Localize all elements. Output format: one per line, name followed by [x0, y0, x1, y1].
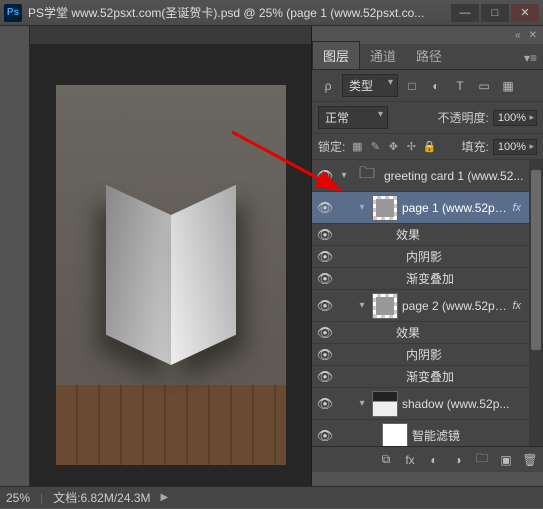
filter-kind-icon[interactable]: ρ — [318, 77, 338, 95]
layer-effect-inner-shadow[interactable]: 👁 内阴影 — [312, 344, 543, 366]
layer-effects-row[interactable]: 👁 效果 — [312, 224, 543, 246]
filter-adjust-icon[interactable]: ◐ — [426, 77, 446, 95]
expand-toggle[interactable]: ▾ — [356, 398, 368, 409]
minimize-button[interactable]: — — [451, 4, 479, 22]
layer-effect-gradient-overlay[interactable]: 👁 渐变叠加 — [312, 366, 543, 388]
visibility-toggle[interactable]: 👁 — [316, 271, 334, 287]
layer-smart-filter-row[interactable]: 👁 智能滤镜 — [312, 420, 543, 446]
fill-label: 填充: — [462, 138, 489, 155]
filter-kind-select[interactable]: 类型 — [342, 74, 398, 97]
link-layers-icon[interactable]: ⧉ — [377, 451, 395, 469]
layers-panel: « ✕ 图层 通道 路径 ▾≡ ρ 类型 □ ◐ T ▭ ▦ 正常 不透明度: … — [311, 26, 543, 486]
effects-label: 效果 — [396, 324, 539, 341]
visibility-toggle[interactable]: 👁 — [316, 227, 334, 243]
panel-close-icon[interactable]: ✕ — [529, 30, 537, 41]
maximize-button[interactable]: □ — [481, 4, 509, 22]
layer-row-page2[interactable]: 👁 ▾ page 2 (www.52ps... fx ▴ — [312, 290, 543, 322]
fx-badge: fx — [512, 300, 521, 312]
smart-filter-label: 智能滤镜 — [412, 427, 539, 444]
visibility-toggle[interactable]: 👁 — [316, 369, 334, 385]
greeting-card-graphic — [106, 215, 236, 365]
filter-smart-icon[interactable]: ▦ — [498, 77, 518, 95]
effect-label: 内阴影 — [406, 346, 539, 363]
opacity-input[interactable]: 100% — [493, 110, 537, 126]
document-tab[interactable] — [30, 26, 311, 44]
lock-all-icon[interactable]: 🔒 — [421, 139, 437, 155]
layer-style-icon[interactable]: fx — [401, 451, 419, 469]
filter-mask-thumbnail[interactable] — [382, 423, 408, 447]
layer-name[interactable]: page 1 (www.52ps... — [402, 201, 508, 215]
fx-badge: fx — [512, 202, 521, 214]
panel-menu-button[interactable]: ▾≡ — [518, 47, 543, 69]
filter-shape-icon[interactable]: ▭ — [474, 77, 494, 95]
layer-effects-row[interactable]: 👁 效果 — [312, 322, 543, 344]
layer-effect-inner-shadow[interactable]: 👁 内阴影 — [312, 246, 543, 268]
layer-thumbnail[interactable] — [372, 391, 398, 417]
layer-row-shadow[interactable]: 👁 ▾ shadow (www.52p... ▴ — [312, 388, 543, 420]
layer-name[interactable]: page 2 (www.52ps... — [402, 299, 508, 313]
layer-thumbnail[interactable] — [372, 293, 398, 319]
new-group-icon[interactable]: 🗀 — [473, 451, 491, 469]
layers-list[interactable]: 👁 ▾ 🗀 greeting card 1 (www.52... 👁 ▾ pag… — [312, 160, 543, 446]
layer-mask-icon[interactable]: ◐ — [425, 451, 443, 469]
layer-group-row[interactable]: 👁 ▾ 🗀 greeting card 1 (www.52... — [312, 160, 543, 192]
opacity-label: 不透明度: — [438, 109, 489, 126]
effects-label: 效果 — [396, 226, 539, 243]
effect-label: 渐变叠加 — [406, 368, 539, 385]
expand-toggle[interactable]: ▾ — [356, 300, 368, 311]
lock-artboard-icon[interactable]: ✢ — [403, 139, 419, 155]
filter-pixel-icon[interactable]: □ — [402, 77, 422, 95]
zoom-level[interactable]: 25% — [6, 491, 30, 505]
lock-label: 锁定: — [318, 138, 345, 155]
new-layer-icon[interactable]: ▣ — [497, 451, 515, 469]
blend-mode-select[interactable]: 正常 — [318, 106, 388, 129]
app-icon: Ps — [4, 4, 22, 22]
visibility-toggle[interactable]: 👁 — [316, 396, 334, 412]
document-size: 文档:6.82M/24.3M — [53, 489, 150, 506]
filter-type-icon[interactable]: T — [450, 77, 470, 95]
folder-icon: 🗀 — [354, 163, 380, 189]
tab-layers[interactable]: 图层 — [312, 41, 360, 69]
visibility-toggle[interactable]: 👁 — [316, 325, 334, 341]
layers-scrollbar[interactable] — [529, 160, 543, 446]
visibility-toggle[interactable]: 👁 — [316, 200, 334, 216]
expand-toggle[interactable]: ▾ — [338, 170, 350, 181]
layer-row-page1[interactable]: 👁 ▾ page 1 (www.52ps... fx ▴ — [312, 192, 543, 224]
vertical-toolbar — [0, 26, 30, 486]
layer-name[interactable]: shadow (www.52p... — [402, 397, 523, 411]
document-preview[interactable] — [56, 85, 286, 465]
delete-layer-icon[interactable]: 🗑 — [521, 451, 539, 469]
tab-channels[interactable]: 通道 — [360, 42, 406, 69]
floor-graphic — [56, 385, 286, 465]
visibility-toggle[interactable]: 👁 — [316, 428, 334, 444]
window-title: PS学堂 www.52psxt.com(圣诞贺卡).psd @ 25% (pag… — [28, 4, 451, 21]
visibility-toggle[interactable]: 👁 — [316, 347, 334, 363]
layer-name[interactable]: greeting card 1 (www.52... — [384, 169, 539, 183]
layer-thumbnail[interactable] — [372, 195, 398, 221]
lock-transparency-icon[interactable]: ▦ — [349, 139, 365, 155]
scrollbar-thumb[interactable] — [531, 170, 541, 350]
canvas-area — [30, 26, 311, 486]
layer-effect-gradient-overlay[interactable]: 👁 渐变叠加 — [312, 268, 543, 290]
lock-paint-icon[interactable]: ✎ — [367, 139, 383, 155]
tab-paths[interactable]: 路径 — [406, 42, 452, 69]
status-menu-arrow[interactable]: ▶ — [161, 492, 169, 503]
expand-toggle[interactable]: ▾ — [356, 202, 368, 213]
visibility-toggle[interactable]: 👁 — [316, 168, 334, 184]
visibility-toggle[interactable]: 👁 — [316, 298, 334, 314]
status-bar: 25% | 文档:6.82M/24.3M ▶ — [0, 486, 543, 508]
panel-collapse-icon[interactable]: « — [515, 30, 521, 41]
effect-label: 内阴影 — [406, 248, 539, 265]
close-button[interactable]: ✕ — [511, 4, 539, 22]
fill-input[interactable]: 100% — [493, 139, 537, 155]
lock-position-icon[interactable]: ✥ — [385, 139, 401, 155]
effect-label: 渐变叠加 — [406, 270, 539, 287]
visibility-toggle[interactable]: 👁 — [316, 249, 334, 265]
adjustment-layer-icon[interactable]: ◑ — [449, 451, 467, 469]
